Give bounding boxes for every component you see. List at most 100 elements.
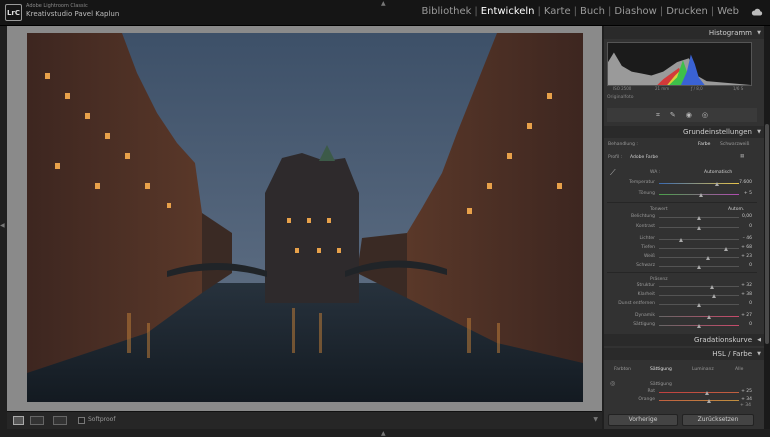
toolbar-menu-icon[interactable]: ▼ [593, 416, 598, 423]
photo-illustration [27, 33, 583, 402]
slider-value-whites[interactable]: + 23 [732, 254, 752, 259]
original-photo-label[interactable]: Originalfoto [607, 95, 633, 100]
reset-button[interactable]: Zurücksetzen [682, 414, 754, 426]
hsl-section-title: Sättigung [650, 382, 672, 387]
bottom-toolbar: Softproof ▼ [7, 411, 602, 429]
slider-label-blacks: Schwarz [636, 263, 655, 268]
scroll-thumb[interactable] [765, 124, 769, 344]
slider-value-blacks[interactable]: 0 [732, 263, 752, 268]
wb-eyedropper-icon[interactable]: ⟋ [610, 168, 616, 178]
hsl-target-icon[interactable]: ◎ [610, 380, 615, 387]
histogram-header[interactable]: Histogramm ▼ [604, 27, 764, 39]
module-diashow[interactable]: Diashow [611, 6, 659, 17]
slider-track-vibrance[interactable] [659, 316, 739, 317]
bottom-panel-toggle-icon[interactable]: ▲ [381, 430, 386, 437]
slider-knob-whites[interactable] [705, 256, 710, 260]
slider-value-contrast[interactable]: 0 [732, 224, 752, 229]
slider-value-tint[interactable]: + 5 [732, 191, 752, 196]
hsl-panel-header[interactable]: HSL / Farbe ▼ [604, 348, 764, 360]
slider-value-exposure[interactable]: 0,00 [732, 214, 752, 219]
expand-icon: ◀ [757, 337, 761, 343]
shutter-value: 1/6 S [733, 86, 744, 91]
histogram-graph[interactable] [607, 42, 752, 86]
slider-value-shadows[interactable]: + 68 [732, 245, 752, 250]
cloud-icon[interactable] [751, 8, 763, 16]
left-panel-toggle-icon[interactable]: ◀ [0, 222, 5, 229]
slider-track-hsl-orange[interactable] [659, 400, 739, 401]
slider-track-highlights[interactable] [659, 239, 739, 240]
module-buch[interactable]: Buch [577, 6, 608, 17]
slider-label-highlights: Lichter [639, 236, 655, 241]
module-karte[interactable]: Karte [541, 6, 574, 17]
crop-icon[interactable]: ⌗ [656, 111, 660, 120]
slider-knob-saturation[interactable] [697, 324, 701, 328]
treatment-bw-button[interactable]: Schwarzweiß [720, 142, 749, 147]
panel-scrollbar[interactable] [764, 26, 770, 429]
hsl-tab-luminance[interactable]: Luminanz [692, 367, 714, 372]
collapse-icon: ▼ [757, 30, 761, 36]
slider-knob-temp[interactable] [714, 182, 719, 186]
basic-panel-header[interactable]: Grundeinstellungen ▼ [604, 126, 764, 138]
module-bibliothek[interactable]: Bibliothek [419, 6, 475, 17]
slider-label-tint: Tönung [638, 191, 655, 196]
slider-knob-contrast[interactable] [697, 226, 701, 230]
loupe-view-button[interactable] [13, 416, 24, 425]
tone-curve-header[interactable]: Gradationskurve ◀ [604, 334, 764, 346]
slider-label-temp: Temperatur [629, 180, 655, 185]
slider-knob-hsl-red[interactable] [705, 391, 709, 395]
slider-knob-tint[interactable] [698, 193, 703, 197]
treatment-label: Behandlung : [608, 142, 638, 147]
slider-knob-dehaze[interactable] [697, 303, 701, 307]
slider-value-clarity[interactable]: + 38 [732, 292, 752, 297]
slider-knob-exposure[interactable] [697, 216, 701, 220]
slider-track-clarity[interactable] [659, 295, 739, 296]
slider-label-contrast: Kontrast [636, 224, 655, 229]
slider-label-exposure: Belichtung [630, 214, 655, 219]
slider-knob-blacks[interactable] [697, 265, 701, 269]
slider-track-hsl-red[interactable] [659, 392, 739, 393]
hsl-tab-hue[interactable]: Farbton [614, 367, 631, 372]
brush-icon[interactable]: ✎ [670, 111, 676, 119]
softproof-checkbox[interactable] [78, 417, 85, 424]
slider-knob-shadows[interactable] [724, 247, 729, 251]
slider-value-highlights[interactable]: – 46 [732, 236, 752, 241]
mask-icon[interactable]: ◎ [702, 111, 708, 119]
profile-browser-icon[interactable]: ▦ [740, 154, 744, 159]
slider-knob-highlights[interactable] [678, 238, 683, 242]
slider-value-temp[interactable]: 7.600 [732, 180, 752, 185]
slider-value-hsl-orange[interactable]: + 34 [732, 397, 752, 402]
module-drucken[interactable]: Drucken [663, 6, 711, 17]
softproof-label: Softproof [88, 416, 116, 423]
slider-knob-texture[interactable] [709, 285, 714, 289]
aperture-value: ƒ / 8,0 [691, 86, 703, 91]
wb-select[interactable]: Automatisch [704, 170, 732, 175]
slider-knob-vibrance[interactable] [707, 315, 712, 319]
treatment-color-button[interactable]: Farbe [698, 142, 710, 147]
slider-knob-clarity[interactable] [712, 294, 717, 298]
slider-value-vibrance[interactable]: + 27 [732, 313, 752, 318]
tone-auto-button[interactable]: Autom. [728, 207, 744, 212]
slider-value-texture[interactable]: + 32 [732, 283, 752, 288]
hsl-tab-saturation[interactable]: Sättigung [650, 367, 672, 372]
module-web[interactable]: Web [714, 6, 742, 17]
module-entwickeln[interactable]: Entwickeln [478, 6, 538, 17]
slider-value-saturation[interactable]: 0 [732, 322, 752, 327]
slider-label-clarity: Klarheit [637, 292, 655, 297]
slider-label-whites: Weiß [643, 254, 655, 259]
hsl-tab-all[interactable]: Alle [735, 367, 743, 372]
slider-track-temp[interactable] [659, 183, 739, 184]
profile-select[interactable]: Adobe Farbe [630, 155, 658, 160]
slider-track-whites[interactable] [659, 257, 739, 258]
previous-button[interactable]: Vorherige [608, 414, 678, 426]
identity-plate[interactable]: Kreativstudio Pavel Kaplun [26, 10, 119, 18]
slider-knob-hsl-orange[interactable] [706, 399, 711, 403]
profile-label: Profil : [608, 155, 623, 160]
slider-track-texture[interactable] [659, 286, 739, 287]
compare-view-button[interactable] [30, 416, 44, 425]
before-after-view-button[interactable] [53, 416, 67, 425]
top-panel-toggle-icon[interactable]: ▲ [381, 0, 386, 7]
slider-value-dehaze[interactable]: 0 [732, 301, 752, 306]
slider-value-hsl-red[interactable]: + 25 [732, 389, 752, 394]
photo-preview[interactable] [27, 33, 583, 402]
redeye-icon[interactable]: ◉ [686, 111, 692, 119]
